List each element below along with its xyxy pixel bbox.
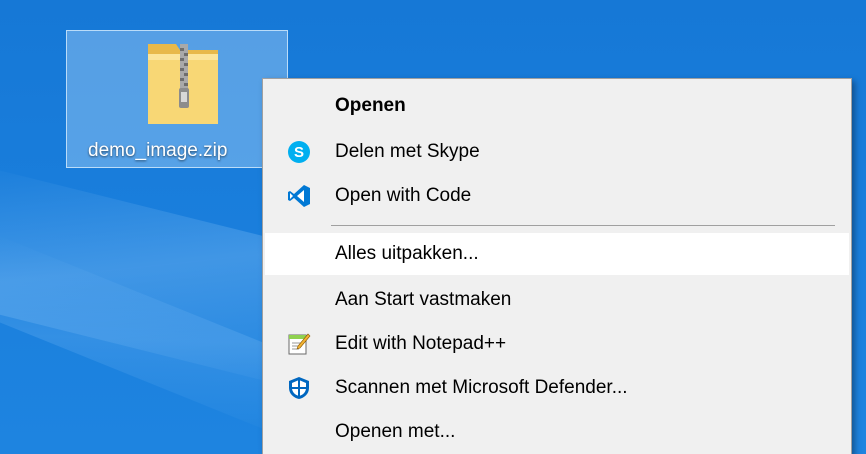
skype-icon: S xyxy=(288,141,310,163)
menu-item-open-with-code[interactable]: Open with Code xyxy=(265,175,849,217)
menu-item-label: Delen met Skype xyxy=(335,141,480,162)
menu-item-label: Aan Start vastmaken xyxy=(335,289,512,310)
desktop-icon-label[interactable]: demo_image.zip xyxy=(88,140,227,162)
menu-item-label: Openen met... xyxy=(335,421,456,442)
menu-item-pin-to-start[interactable]: Aan Start vastmaken xyxy=(265,279,849,321)
menu-item-label: Scannen met Microsoft Defender... xyxy=(335,377,628,398)
menu-separator xyxy=(331,225,835,226)
menu-item-open[interactable]: Openen xyxy=(265,85,849,127)
context-menu: Openen S Delen met Skype Open with Code … xyxy=(262,78,852,454)
defender-shield-icon xyxy=(289,377,309,399)
menu-item-edit-notepad-plus-plus[interactable]: Edit with Notepad++ xyxy=(265,323,849,365)
notepad-plus-plus-icon xyxy=(288,333,311,355)
menu-item-scan-defender[interactable]: Scannen met Microsoft Defender... xyxy=(265,367,849,409)
menu-item-open-with[interactable]: Openen met... xyxy=(265,411,849,453)
menu-item-share-skype[interactable]: S Delen met Skype xyxy=(265,131,849,173)
vscode-icon xyxy=(288,185,310,207)
menu-item-label: Alles uitpakken... xyxy=(335,243,479,264)
menu-item-extract-all[interactable]: Alles uitpakken... xyxy=(265,233,849,275)
menu-item-label: Edit with Notepad++ xyxy=(335,333,507,354)
zip-folder-icon[interactable] xyxy=(146,38,220,126)
menu-item-label: Open with Code xyxy=(335,185,472,206)
menu-item-label: Openen xyxy=(335,95,406,116)
svg-text:S: S xyxy=(294,144,304,161)
